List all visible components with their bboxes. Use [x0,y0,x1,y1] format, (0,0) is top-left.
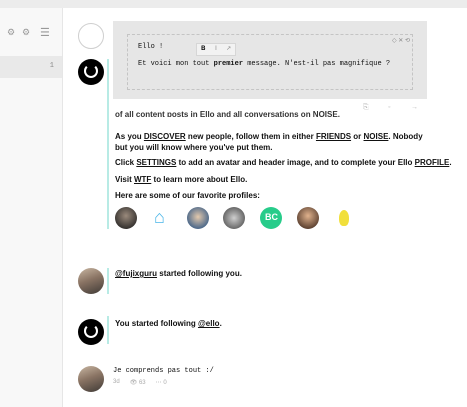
favorite-profile-avatar[interactable] [151,207,173,229]
favorite-profile-avatar[interactable] [297,207,319,229]
wtf-link[interactable]: WTF [134,175,151,184]
comment-text: Je comprends pas tout :/ [113,367,214,375]
bold-button[interactable]: B [197,44,210,55]
post-editor[interactable]: Ello ! Et voici mon tout premier message… [127,34,413,90]
editor-line-2: Et voici mon tout premier message. N'est… [138,60,391,68]
ello-avatar[interactable] [78,319,104,345]
favorite-profile-avatar[interactable] [187,207,209,229]
item-count: 1 [49,62,54,70]
welcome-partial-line: of all content posts in Ello and all con… [115,110,340,117]
fujixguru-avatar[interactable] [78,268,104,294]
profile-link[interactable]: PROFILE [415,158,450,167]
current-user-avatar[interactable] [78,23,104,49]
welcome-paragraph-1: As you DISCOVER new people, follow them … [115,132,423,152]
editor-line-1: Ello ! [138,43,164,51]
gear-icon[interactable]: ⚙ [7,27,15,38]
discover-link[interactable]: DISCOVER [144,132,186,141]
follow-notification: @fujixguru started following you. [115,269,242,278]
post-accent-line [107,59,109,229]
notification-accent-line [107,316,109,344]
fujixguru-link[interactable]: @fujixguru [115,269,157,278]
friends-link[interactable]: FRIENDS [316,132,351,141]
menu-icon[interactable]: ☰ [40,26,50,39]
commenter-avatar[interactable] [78,366,104,392]
favorite-profile-avatar[interactable] [260,207,282,229]
top-bar [0,0,467,8]
italic-button[interactable]: I [210,44,223,55]
favorite-profile-avatar[interactable] [333,207,355,229]
welcome-paragraph-4: Here are some of our favorite profiles: [115,191,260,200]
link-button[interactable]: ↗ [222,44,235,55]
ello-avatar[interactable] [78,59,104,85]
ello-link[interactable]: @ello [198,319,220,328]
favorite-profile-avatar[interactable] [115,207,137,229]
comments-count[interactable]: ⋯ 0 [156,379,167,386]
welcome-paragraph-3: Visit WTF to learn more about Ello. [115,175,248,184]
format-toolbar: B I ↗ [196,43,236,56]
editor-tools[interactable]: ◇ ✕ ⟲ [392,37,410,44]
comment-meta: 3d 👁 63 ⋯ 0 [113,379,167,386]
noise-link[interactable]: NOISE [364,132,389,141]
welcome-paragraph-2: Click SETTINGS to add an avatar and head… [115,158,452,167]
you-followed-notification: You started following @ello. [115,319,222,328]
settings-link[interactable]: SETTINGS [136,158,176,167]
notification-accent-line [107,268,109,294]
views-count[interactable]: 👁 63 [130,379,146,386]
sidebar-item[interactable]: 1 [0,56,62,78]
left-sidebar: ⚙ ⚙ ☰ 1 [0,8,63,407]
settings-icon[interactable]: ⚙ [22,27,30,38]
favorite-profile-avatar[interactable] [223,207,245,229]
comment-age: 3d [113,379,120,385]
